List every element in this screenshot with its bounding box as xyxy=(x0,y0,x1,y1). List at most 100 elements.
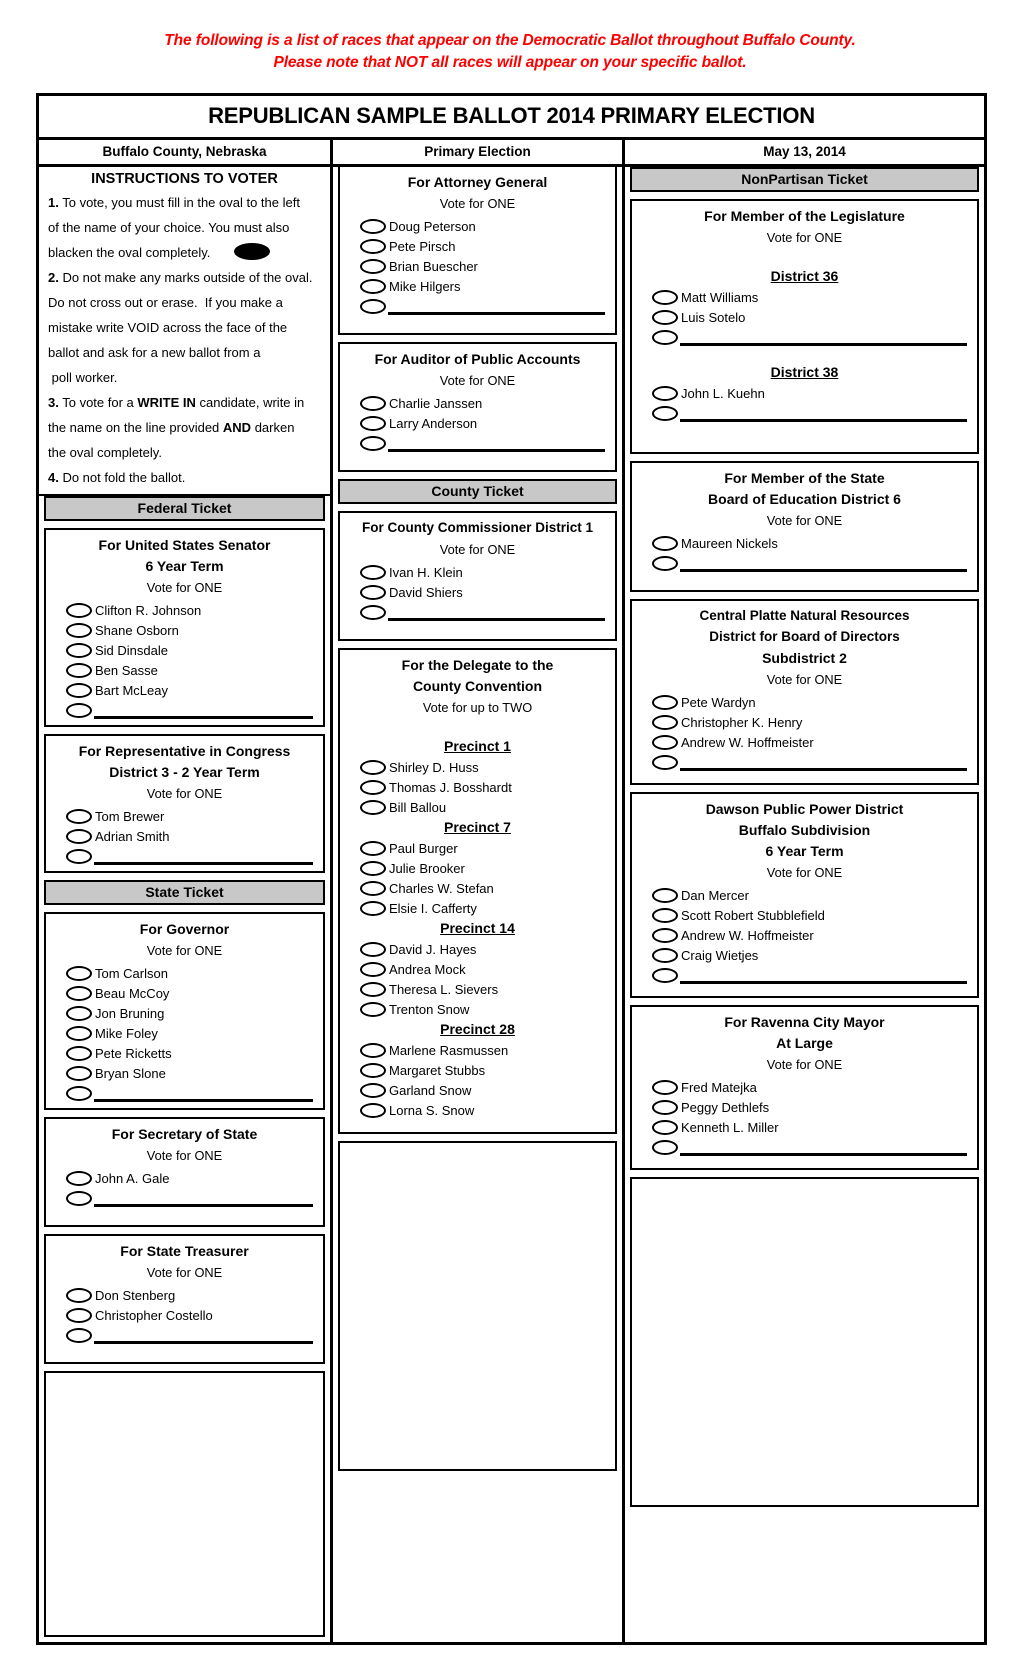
candidate-option[interactable]: Lorna S. Snow xyxy=(340,1100,615,1120)
vote-oval-icon[interactable] xyxy=(360,436,386,451)
vote-oval-icon[interactable] xyxy=(360,880,386,896)
candidate-option[interactable]: Luis Sotelo xyxy=(632,307,977,327)
vote-oval-icon[interactable] xyxy=(652,330,678,345)
write-in-row[interactable] xyxy=(340,296,615,315)
candidate-option[interactable]: Beau McCoy xyxy=(46,983,323,1003)
vote-oval-icon[interactable] xyxy=(66,682,92,698)
vote-oval-icon[interactable] xyxy=(360,299,386,314)
vote-oval-icon[interactable] xyxy=(652,947,678,963)
candidate-option[interactable]: Tom Carlson xyxy=(46,963,323,983)
vote-oval-icon[interactable] xyxy=(360,941,386,957)
vote-oval-icon[interactable] xyxy=(360,278,386,294)
candidate-option[interactable]: Julie Brooker xyxy=(340,858,615,878)
vote-oval-icon[interactable] xyxy=(360,218,386,234)
candidate-option[interactable]: Don Stenberg xyxy=(46,1285,323,1305)
write-in-line[interactable] xyxy=(680,1143,967,1156)
vote-oval-icon[interactable] xyxy=(360,840,386,856)
vote-oval-icon[interactable] xyxy=(360,1102,386,1118)
write-in-line[interactable] xyxy=(388,608,605,621)
vote-oval-icon[interactable] xyxy=(360,415,386,431)
candidate-option[interactable]: Elsie I. Cafferty xyxy=(340,898,615,918)
candidate-option[interactable]: Bryan Slone xyxy=(46,1063,323,1083)
vote-oval-icon[interactable] xyxy=(652,968,678,983)
candidate-option[interactable]: Christopher K. Henry xyxy=(632,712,977,732)
candidate-option[interactable]: Andrew W. Hoffmeister xyxy=(632,732,977,752)
vote-oval-icon[interactable] xyxy=(360,1042,386,1058)
vote-oval-icon[interactable] xyxy=(360,759,386,775)
vote-oval-icon[interactable] xyxy=(360,961,386,977)
write-in-row[interactable] xyxy=(340,433,615,452)
vote-oval-icon[interactable] xyxy=(66,703,92,718)
candidate-option[interactable]: Clifton R. Johnson xyxy=(46,600,323,620)
candidate-option[interactable]: Mike Hilgers xyxy=(340,276,615,296)
vote-oval-icon[interactable] xyxy=(652,694,678,710)
candidate-option[interactable]: Christopher Costello xyxy=(46,1305,323,1325)
vote-oval-icon[interactable] xyxy=(66,1025,92,1041)
vote-oval-icon[interactable] xyxy=(66,1328,92,1343)
write-in-line[interactable] xyxy=(94,706,313,719)
write-in-row[interactable] xyxy=(632,752,977,771)
candidate-option[interactable]: Margaret Stubbs xyxy=(340,1060,615,1080)
vote-oval-icon[interactable] xyxy=(652,734,678,750)
vote-oval-icon[interactable] xyxy=(652,309,678,325)
candidate-option[interactable]: Andrew W. Hoffmeister xyxy=(632,925,977,945)
vote-oval-icon[interactable] xyxy=(66,1307,92,1323)
write-in-row[interactable] xyxy=(632,403,977,422)
vote-oval-icon[interactable] xyxy=(360,584,386,600)
candidate-option[interactable]: Paul Burger xyxy=(340,838,615,858)
vote-oval-icon[interactable] xyxy=(360,1082,386,1098)
vote-oval-icon[interactable] xyxy=(360,395,386,411)
candidate-option[interactable]: Thomas J. Bosshardt xyxy=(340,777,615,797)
vote-oval-icon[interactable] xyxy=(360,238,386,254)
vote-oval-icon[interactable] xyxy=(360,900,386,916)
vote-oval-icon[interactable] xyxy=(652,1119,678,1135)
vote-oval-icon[interactable] xyxy=(652,406,678,421)
write-in-row[interactable] xyxy=(46,1325,323,1344)
candidate-option[interactable]: Peggy Dethlefs xyxy=(632,1097,977,1117)
candidate-option[interactable]: Bart McLeay xyxy=(46,680,323,700)
candidate-option[interactable]: Tom Brewer xyxy=(46,806,323,826)
write-in-row[interactable] xyxy=(46,1083,323,1102)
candidate-option[interactable]: David Shiers xyxy=(340,582,615,602)
candidate-option[interactable]: Craig Wietjes xyxy=(632,945,977,965)
write-in-row[interactable] xyxy=(632,553,977,572)
write-in-line[interactable] xyxy=(680,333,967,346)
vote-oval-icon[interactable] xyxy=(66,1045,92,1061)
write-in-line[interactable] xyxy=(388,302,605,315)
candidate-option[interactable]: Fred Matejka xyxy=(632,1077,977,1097)
candidate-option[interactable]: Marlene Rasmussen xyxy=(340,1040,615,1060)
write-in-line[interactable] xyxy=(94,1194,313,1207)
vote-oval-icon[interactable] xyxy=(652,714,678,730)
candidate-option[interactable]: Ben Sasse xyxy=(46,660,323,680)
vote-oval-icon[interactable] xyxy=(66,1005,92,1021)
vote-oval-icon[interactable] xyxy=(360,605,386,620)
candidate-option[interactable]: Pete Pirsch xyxy=(340,236,615,256)
vote-oval-icon[interactable] xyxy=(652,1099,678,1115)
vote-oval-icon[interactable] xyxy=(652,289,678,305)
vote-oval-icon[interactable] xyxy=(360,1062,386,1078)
candidate-option[interactable]: Scott Robert Stubblefield xyxy=(632,905,977,925)
vote-oval-icon[interactable] xyxy=(66,1191,92,1206)
vote-oval-icon[interactable] xyxy=(360,564,386,580)
candidate-option[interactable]: Trenton Snow xyxy=(340,999,615,1019)
candidate-option[interactable]: Theresa L. Sievers xyxy=(340,979,615,999)
vote-oval-icon[interactable] xyxy=(66,622,92,638)
write-in-line[interactable] xyxy=(94,1089,313,1102)
write-in-line[interactable] xyxy=(680,758,967,771)
write-in-row[interactable] xyxy=(46,700,323,719)
candidate-option[interactable]: John L. Kuehn xyxy=(632,383,977,403)
vote-oval-icon[interactable] xyxy=(66,985,92,1001)
write-in-row[interactable] xyxy=(632,1137,977,1156)
vote-oval-icon[interactable] xyxy=(66,828,92,844)
vote-oval-icon[interactable] xyxy=(360,981,386,997)
vote-oval-icon[interactable] xyxy=(652,887,678,903)
vote-oval-icon[interactable] xyxy=(66,1086,92,1101)
vote-oval-icon[interactable] xyxy=(66,1170,92,1186)
candidate-option[interactable]: Charlie Janssen xyxy=(340,393,615,413)
candidate-option[interactable]: Jon Bruning xyxy=(46,1003,323,1023)
candidate-option[interactable]: Sid Dinsdale xyxy=(46,640,323,660)
write-in-line[interactable] xyxy=(94,852,313,865)
candidate-option[interactable]: Garland Snow xyxy=(340,1080,615,1100)
candidate-option[interactable]: Larry Anderson xyxy=(340,413,615,433)
candidate-option[interactable]: Andrea Mock xyxy=(340,959,615,979)
